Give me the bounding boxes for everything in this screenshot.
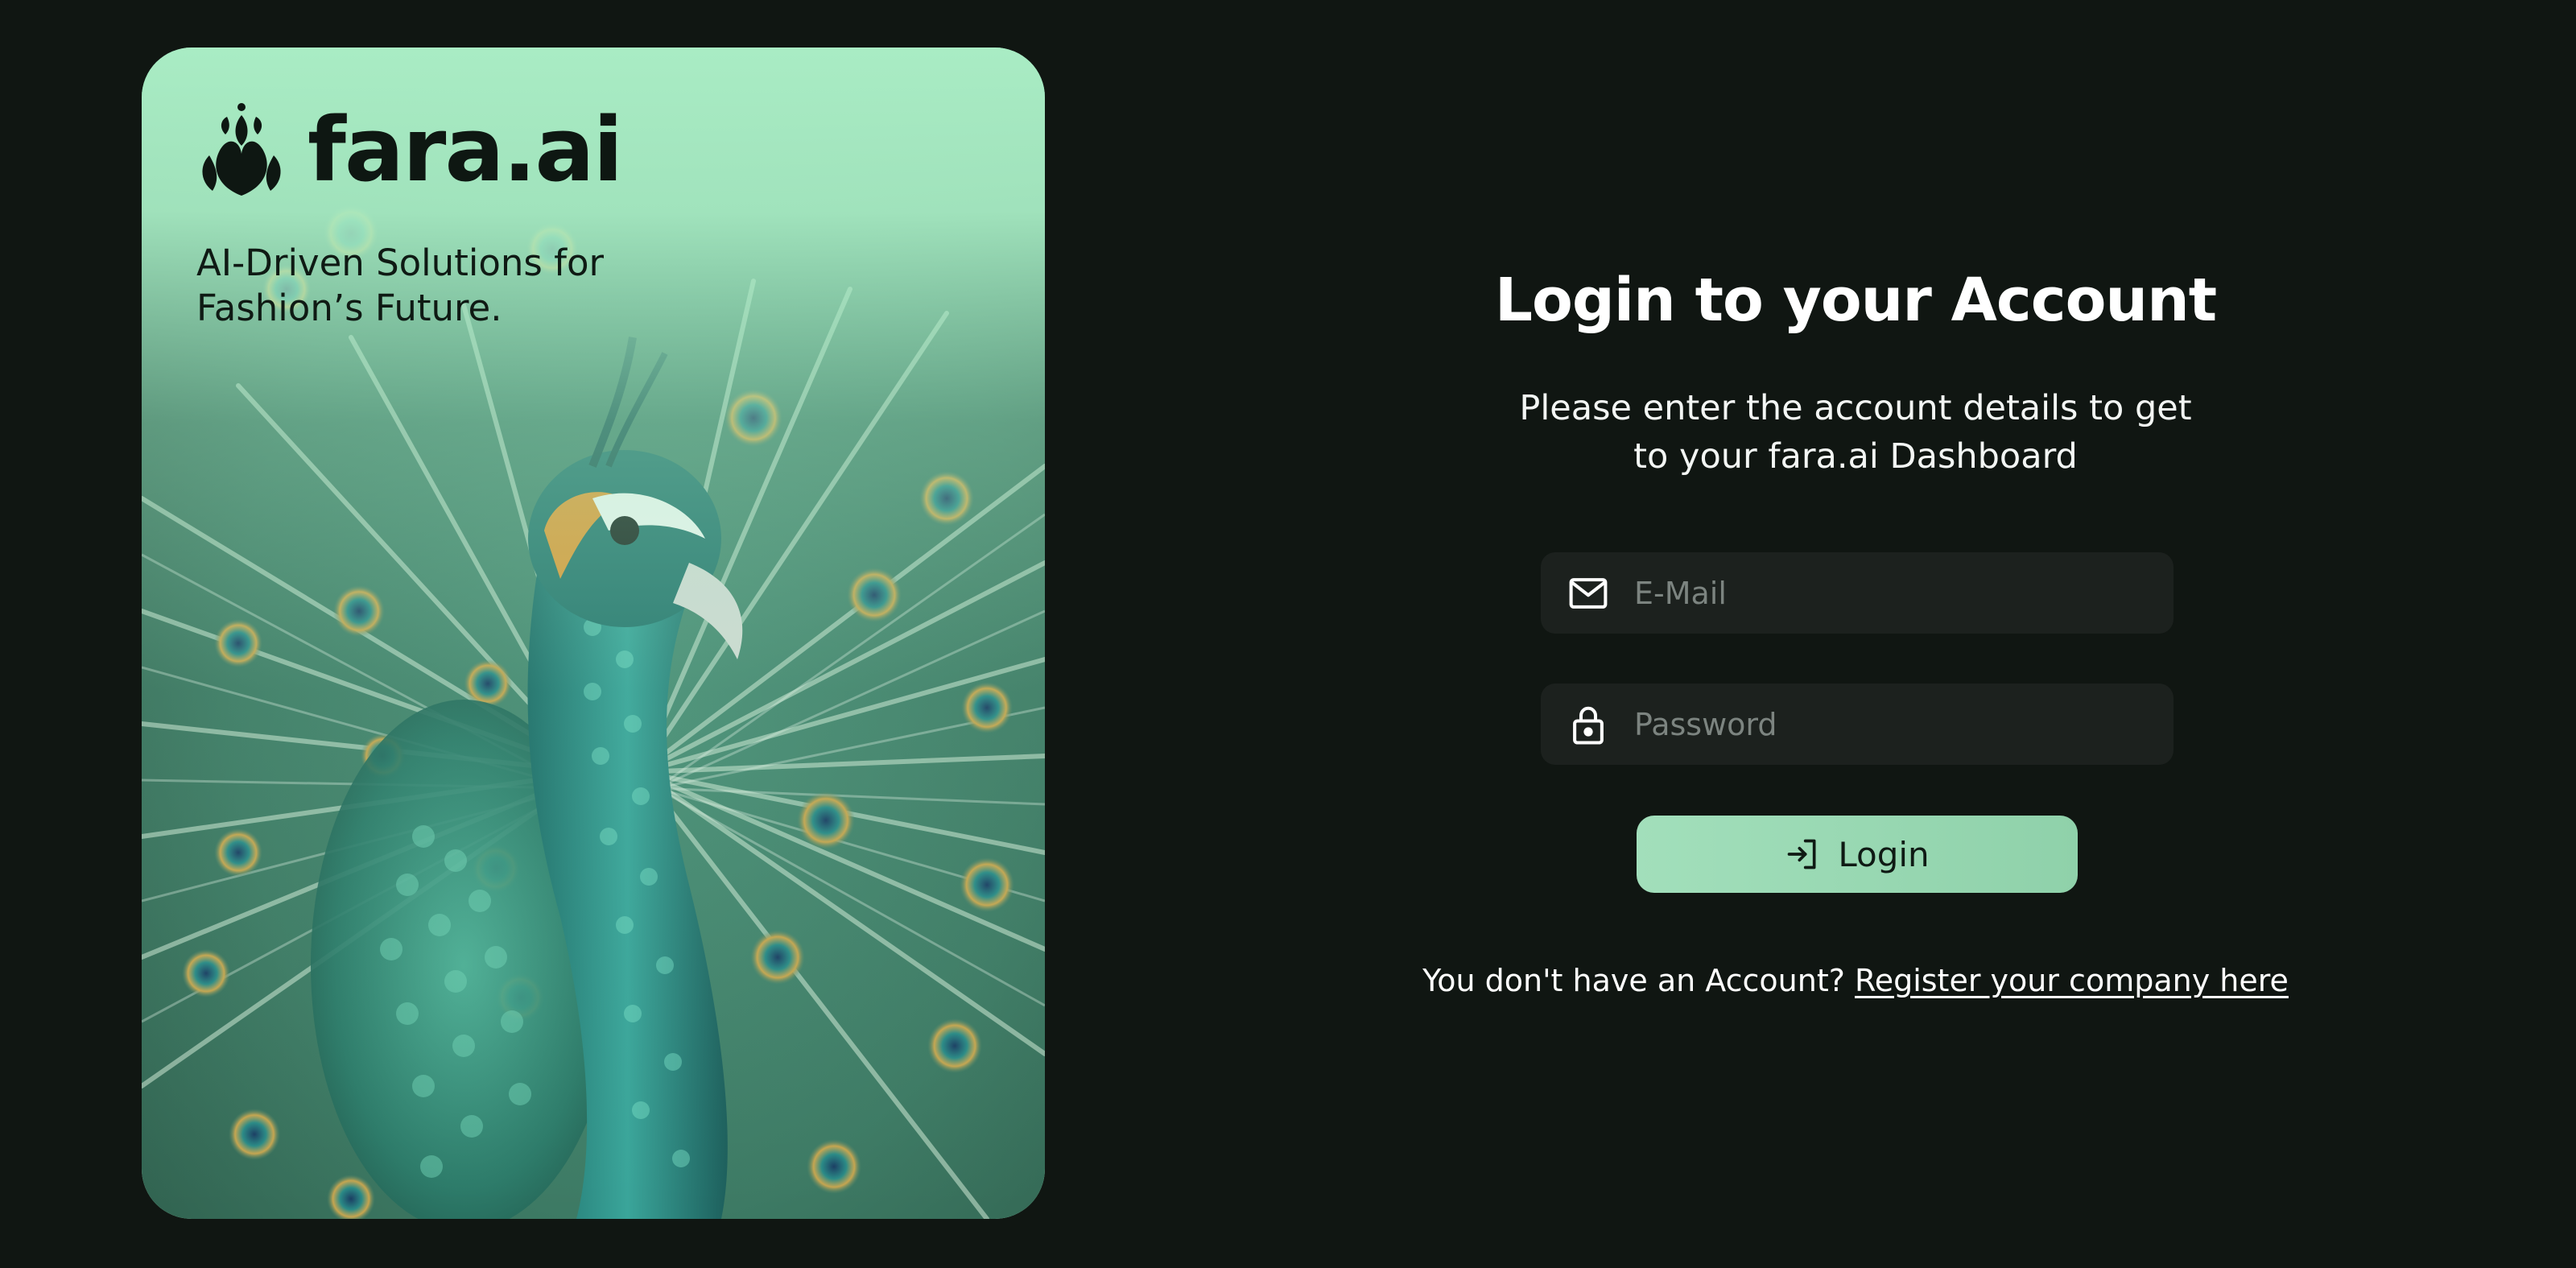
register-link[interactable]: Register your company here [1855,963,2289,998]
login-panel: Login to your Account Please enter the a… [1288,0,2423,1268]
lock-icon [1573,706,1604,745]
hero-card: fara.ai AI-Driven Solutions for Fashion’… [142,47,1045,1219]
page-subtitle: Please enter the account details to get … [1493,384,2218,481]
email-input[interactable] [1633,564,2148,622]
register-prompt: You don't have an Account? Register your… [1288,963,2423,998]
tagline: AI-Driven Solutions for Fashion’s Future… [196,241,696,331]
peacock-image [142,47,1045,1219]
login-arrow-icon [1788,839,1816,869]
login-page: fara.ai AI-Driven Solutions for Fashion’… [0,0,2576,1268]
brand-mark-icon [202,103,281,196]
page-title: Login to your Account [1494,266,2217,335]
tagline-line-1: AI-Driven Solutions for [196,242,605,284]
subtitle-line-1: Please enter the account details to get [1519,388,2192,428]
register-prompt-text: You don't have an Account? [1422,963,1845,998]
email-field[interactable] [1541,552,2174,634]
subtitle-line-2: to your fara.ai Dashboard [1633,436,2078,477]
password-field[interactable] [1541,684,2174,765]
brand-name: fara.ai [308,98,623,201]
tagline-line-2: Fashion’s Future. [196,287,502,329]
brand-logo: fara.ai [196,98,623,201]
login-button[interactable]: Login [1637,816,2078,893]
mail-icon [1569,577,1608,609]
password-input[interactable] [1633,695,2148,754]
login-button-label: Login [1838,834,1930,874]
